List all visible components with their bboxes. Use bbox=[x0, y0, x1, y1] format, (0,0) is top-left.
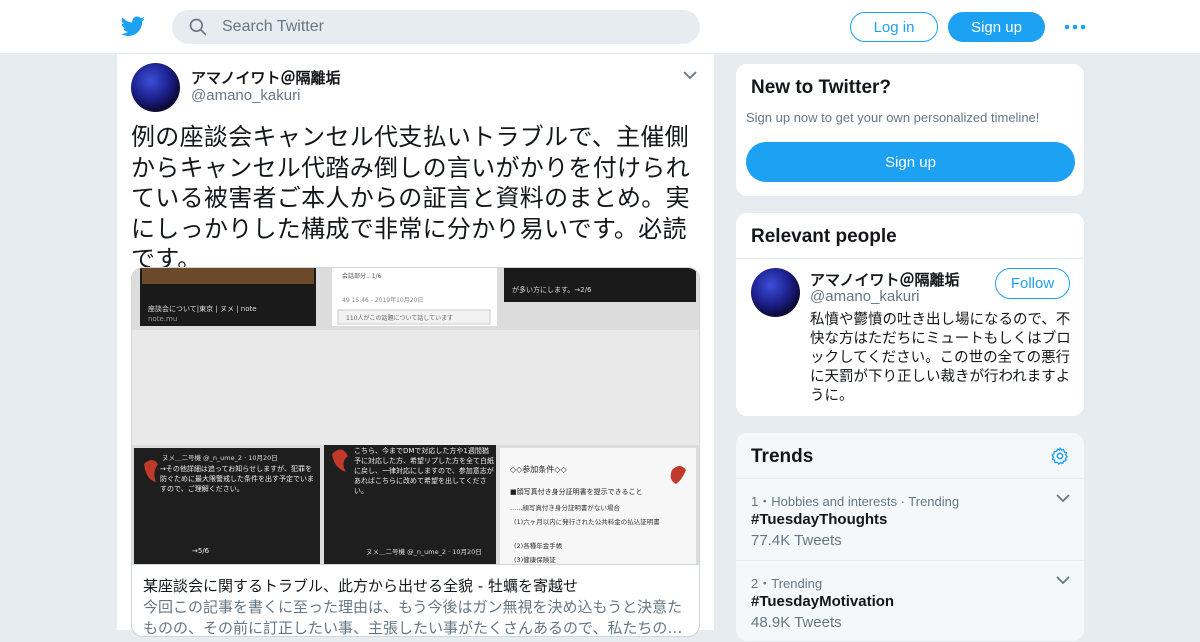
more-dots-icon[interactable] bbox=[1064, 18, 1086, 36]
login-button[interactable]: Log in bbox=[850, 12, 938, 42]
signup-panel: New to Twitter? Sign up now to get your … bbox=[735, 63, 1085, 197]
image-text: が多い方にします。→2/6 bbox=[512, 285, 592, 294]
image-text: ◇◇参加条件◇◇ bbox=[510, 464, 567, 474]
image-text: ヌメ＿二号機 @_n_ume_2 · 10月20日 bbox=[366, 547, 482, 556]
card-description: 今回この記事を書くに至った理由は、もう今後はガン無視を決め込もうと決意たものの、… bbox=[143, 598, 683, 637]
relevant-person-avatar[interactable] bbox=[751, 268, 800, 317]
image-text: ......顔写真付き身分証明書がない場合 bbox=[510, 503, 620, 512]
trend-hashtag[interactable]: #TuesdayMotivation bbox=[751, 593, 894, 610]
trend-tweet-count: 48.9K Tweets bbox=[751, 614, 842, 631]
link-card[interactable]: 座談会について|東京 | ヌメ | note note.mu 会話部分...1/… bbox=[131, 267, 700, 637]
chevron-down-icon[interactable] bbox=[683, 70, 697, 80]
gear-icon[interactable] bbox=[1050, 446, 1070, 466]
chevron-down-icon[interactable] bbox=[1056, 493, 1070, 503]
tweet-author-handle[interactable]: @amano_kakuri bbox=[191, 87, 300, 104]
tweet-column: アマノイワト＠隔離垢 @amano_kakuri 例の座談会キャンセル代支払いト… bbox=[116, 54, 715, 637]
image-text: 会話部分...1/6 bbox=[342, 272, 382, 280]
panel-title: New to Twitter? bbox=[751, 77, 892, 98]
trend-hashtag[interactable]: #TuesdayThoughts bbox=[751, 511, 887, 528]
panel-title: Relevant people bbox=[751, 226, 897, 247]
image-text: (2)各種年金手帳 bbox=[514, 541, 563, 550]
tweet-text: 例の座談会キャンセル代支払いトラブルで、主催側からキャンセル代踏み倒しの言いがか… bbox=[131, 123, 690, 273]
divider bbox=[736, 258, 1084, 259]
trend-tweet-count: 77.4K Tweets bbox=[751, 532, 842, 549]
panel-title: Trends bbox=[751, 446, 814, 467]
top-navigation-bar: Log in Sign up bbox=[0, 0, 1200, 54]
image-text: 座談会について|東京 | ヌメ | note bbox=[148, 304, 257, 313]
relevant-person-handle[interactable]: @amano_kakuri bbox=[810, 288, 919, 305]
card-title[interactable]: 某座談会に関するトラブル、此方から出せる全貌 - 牡蠣を寄越せ bbox=[143, 575, 578, 596]
card-image: 座談会について|東京 | ヌメ | note note.mu 会話部分...1/… bbox=[132, 268, 699, 565]
relevant-person-bio: 私憤や鬱憤の吐き出し場になるので、不快な方はただちにミュートもしくはブロックして… bbox=[810, 312, 1071, 404]
trend-item[interactable]: 1・Hobbies and interests · Trending #Tues… bbox=[736, 479, 1084, 561]
follow-button[interactable]: Follow bbox=[995, 268, 1070, 299]
panel-subtitle: Sign up now to get your own personalized… bbox=[746, 110, 1040, 125]
trend-meta: 2・Trending bbox=[751, 576, 823, 591]
image-text: →その他詳細は追ってお知らせしますが、犯罪を防ぐために最大限警戒した条件を出す予… bbox=[160, 465, 314, 493]
twitter-bird-icon[interactable] bbox=[120, 14, 146, 38]
tweet-author-name[interactable]: アマノイワト＠隔離垢 bbox=[191, 67, 341, 88]
search-icon bbox=[189, 18, 207, 36]
image-text: (1)六ヶ月以内に発行された公共料金の払込証明書 bbox=[514, 517, 660, 526]
relevant-people-panel: Relevant people アマノイワト＠隔離垢 @amano_kakuri… bbox=[735, 212, 1085, 417]
image-text: 49 15:46 - 2019年10月20日 bbox=[342, 296, 423, 304]
search-bar[interactable] bbox=[172, 10, 700, 44]
trends-panel: Trends 1・Hobbies and interests · Trendin… bbox=[735, 432, 1085, 642]
image-text: 110人がこの話題について話しています bbox=[346, 314, 453, 322]
sidebar-signup-button[interactable]: Sign up bbox=[746, 142, 1075, 182]
image-text: ■顔写真付き身分証明書を提示できること bbox=[510, 487, 642, 496]
image-text: (3)健康保険証 bbox=[514, 555, 556, 564]
image-text: →5/6 bbox=[192, 547, 210, 555]
search-input[interactable] bbox=[222, 18, 662, 36]
tweet-author-avatar[interactable] bbox=[131, 63, 180, 112]
image-text: note.mu bbox=[148, 315, 177, 323]
image-text: ヌメ＿二号機 @_n_ume_2 · 10月20日 bbox=[162, 453, 278, 462]
signup-button[interactable]: Sign up bbox=[948, 12, 1045, 42]
trend-meta: 1・Hobbies and interests · Trending bbox=[751, 494, 960, 509]
relevant-person-name[interactable]: アマノイワト＠隔離垢 bbox=[810, 269, 960, 290]
chevron-down-icon[interactable] bbox=[1056, 575, 1070, 585]
image-text: こちら、今までDMで対応した方や1週間猶予に対応した方、希望リプした方を全て白紙… bbox=[354, 447, 494, 495]
